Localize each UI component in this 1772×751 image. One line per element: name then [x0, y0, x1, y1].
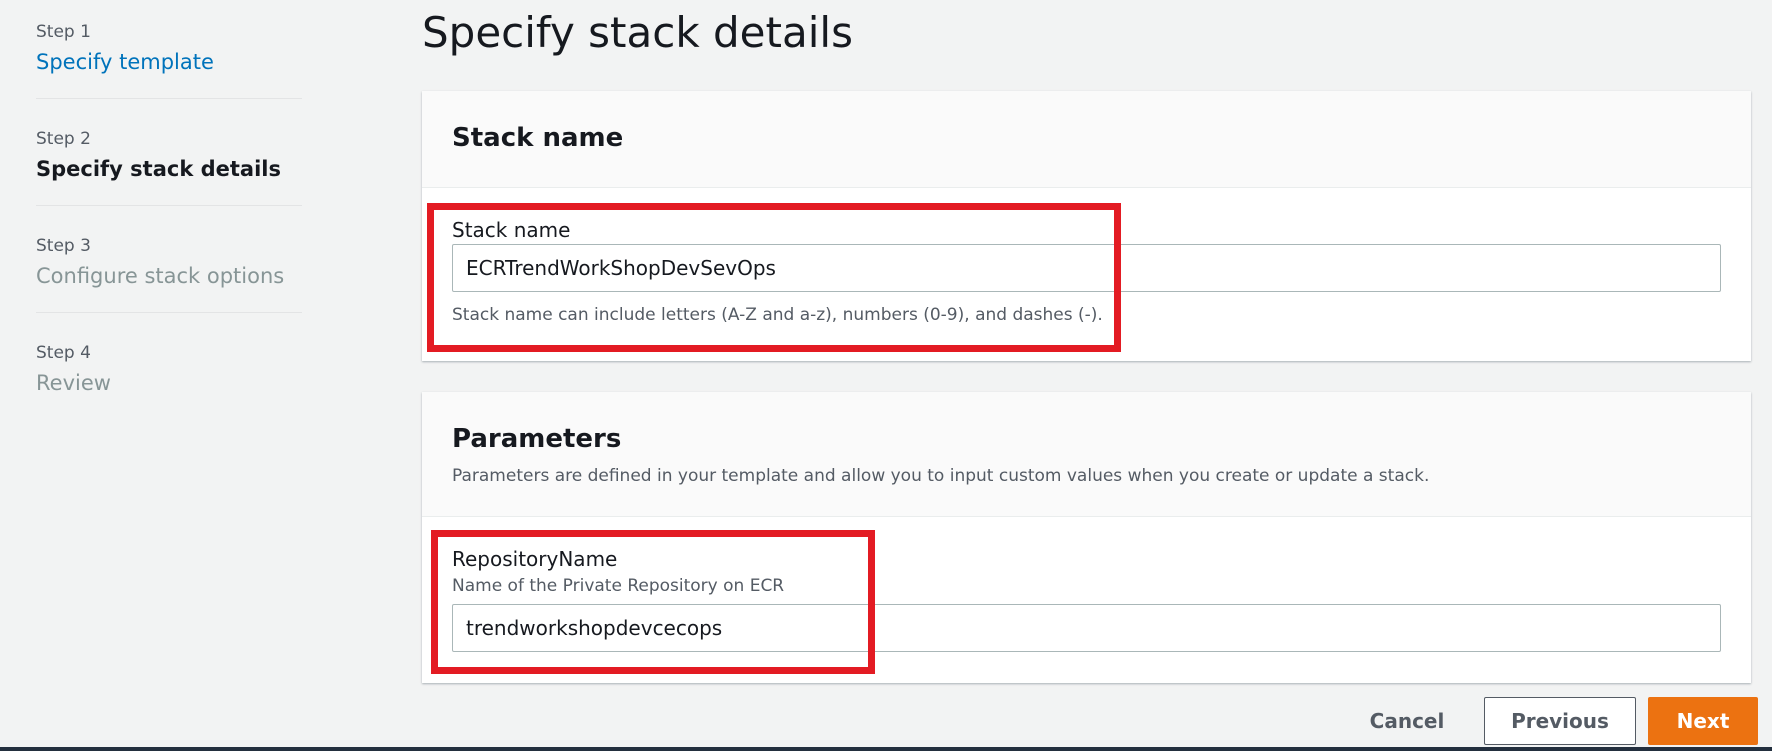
- step-title-current: Specify stack details: [36, 157, 281, 181]
- wizard-step-4: Step 4 Review: [36, 339, 302, 419]
- step-number: Step 3: [36, 236, 91, 256]
- wizard-step-1: Step 1 Specify template: [36, 18, 302, 99]
- parameters-panel: Parameters Parameters are defined in you…: [422, 392, 1751, 683]
- page-title: Specify stack details: [422, 8, 853, 57]
- step-title-disabled: Configure stack options: [36, 264, 285, 288]
- repository-name-label: RepositoryName: [452, 547, 618, 571]
- parameters-description: Parameters are defined in your template …: [452, 466, 1430, 486]
- step-number: Step 2: [36, 129, 91, 149]
- wizard-steps: Step 1 Specify template Step 2 Specify s…: [36, 18, 302, 445]
- step-number: Step 4: [36, 343, 91, 363]
- stack-name-panel: Stack name Stack name Stack name can inc…: [422, 91, 1751, 361]
- repository-name-description: Name of the Private Repository on ECR: [452, 576, 785, 596]
- panel-header: Stack name: [422, 91, 1751, 188]
- repository-name-input[interactable]: [452, 604, 1721, 652]
- stack-name-input[interactable]: [452, 244, 1721, 292]
- stack-name-hint: Stack name can include letters (A-Z and …: [452, 305, 1103, 325]
- next-button[interactable]: Next: [1648, 697, 1758, 745]
- step-link-specify-template[interactable]: Specify template: [36, 50, 302, 74]
- wizard-step-2: Step 2 Specify stack details: [36, 125, 302, 206]
- wizard-step-3: Step 3 Configure stack options: [36, 232, 302, 313]
- bottom-bar: [0, 747, 1772, 751]
- panel-title: Stack name: [452, 123, 624, 153]
- previous-button[interactable]: Previous: [1484, 697, 1636, 745]
- panel-header: Parameters Parameters are defined in you…: [422, 392, 1751, 517]
- panel-title: Parameters: [452, 424, 622, 454]
- step-number: Step 1: [36, 22, 91, 42]
- stack-name-label: Stack name: [452, 218, 571, 242]
- step-title-disabled: Review: [36, 371, 111, 395]
- cancel-button[interactable]: Cancel: [1352, 697, 1462, 745]
